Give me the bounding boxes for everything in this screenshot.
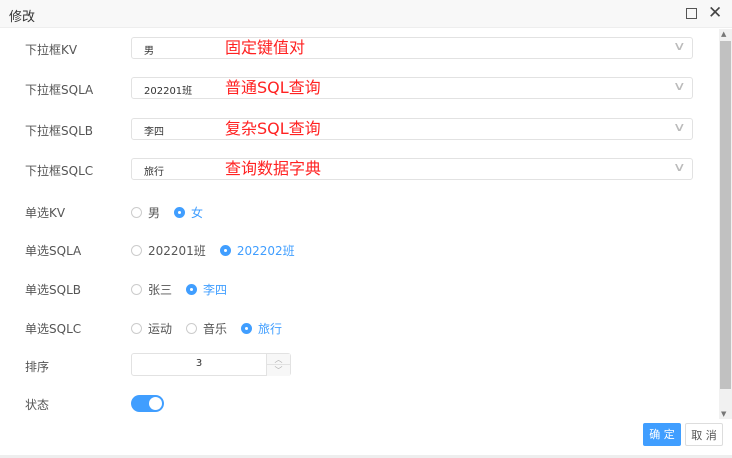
radio-circle-icon[interactable]: [186, 323, 198, 334]
radio-option[interactable]: 李四: [186, 281, 227, 298]
radio-circle-icon[interactable]: [241, 323, 253, 334]
scroll-up-icon[interactable]: ▲: [721, 30, 726, 38]
radio-label: 女: [191, 206, 204, 220]
dialog-header: 修改 ✕: [0, 0, 732, 28]
scrollbar-thumb[interactable]: [720, 41, 731, 389]
radio-label: 202202班: [236, 244, 295, 258]
radio-group: 运动 音乐 旅行: [131, 320, 282, 337]
radio-option[interactable]: 男: [131, 204, 160, 221]
chevron-down-icon: ∨: [673, 79, 687, 93]
select-row: 下拉框SQLB 李四 ∨ 复杂SQL查询: [0, 118, 715, 142]
status-toggle[interactable]: [131, 395, 164, 412]
sort-value[interactable]: 3: [132, 358, 266, 369]
radio-label: 李四: [203, 283, 228, 297]
select-row: 下拉框SQLA 202201班 ∨ 普通SQL查询: [0, 77, 715, 101]
radio-circle-icon[interactable]: [131, 207, 142, 218]
radio-option[interactable]: 音乐: [186, 320, 227, 337]
radio-option[interactable]: 旅行: [241, 320, 282, 337]
radio-circle-icon[interactable]: [131, 245, 142, 256]
radio-circle-icon[interactable]: [131, 323, 142, 334]
close-icon[interactable]: ✕: [708, 5, 722, 22]
radio-row: 单选KV 男女: [0, 200, 715, 224]
radio-option[interactable]: 202202班: [219, 242, 295, 259]
radio-circle-icon[interactable]: [219, 245, 231, 256]
sort-row: 排序 3 ︿ ﹀: [0, 353, 715, 378]
confirm-button[interactable]: 确 定: [643, 423, 681, 446]
radio-group: 202201班 202202班: [131, 242, 295, 259]
select-row: 下拉框KV 男 ∨ 固定键值对: [0, 37, 715, 61]
select-value: 男: [144, 46, 154, 57]
radio-option[interactable]: 张三: [131, 281, 172, 298]
field-label: 单选SQLC: [25, 322, 82, 336]
field-label: 单选SQLB: [25, 283, 81, 297]
radio-group: 张三 李四: [131, 281, 227, 298]
chevron-down-icon: ∨: [673, 160, 687, 174]
annotation-text: 复杂SQL查询: [225, 119, 321, 138]
scrollbar[interactable]: ▲ ▼: [719, 29, 732, 419]
radio-label: 旅行: [258, 322, 283, 336]
radio-label: 音乐: [203, 322, 228, 336]
increment-icon[interactable]: ︿: [266, 354, 290, 365]
field-label: 下拉框SQLA: [25, 83, 94, 97]
annotation-text: 固定键值对: [225, 38, 306, 57]
field-label: 排序: [25, 360, 50, 374]
dropdown-select[interactable]: 旅行 ∨: [131, 158, 693, 180]
field-label: 状态: [25, 398, 50, 412]
radio-option[interactable]: 202201班: [131, 242, 206, 259]
radio-label: 男: [148, 206, 161, 220]
sort-number-input[interactable]: 3 ︿ ﹀: [131, 353, 291, 376]
select-value: 李四: [144, 127, 164, 138]
dropdown-select[interactable]: 李四 ∨: [131, 118, 693, 140]
radio-label: 张三: [148, 283, 173, 297]
chevron-down-icon: ∨: [673, 120, 687, 134]
field-label: 下拉框KV: [25, 43, 78, 57]
field-label: 单选KV: [25, 206, 66, 220]
radio-option[interactable]: 女: [174, 204, 203, 221]
radio-option[interactable]: 运动: [131, 320, 172, 337]
radio-row: 单选SQLA 202201班 202202班: [0, 238, 715, 262]
annotation-text: 查询数据字典: [225, 159, 322, 178]
decrement-icon[interactable]: ﹀: [266, 365, 290, 376]
select-row: 下拉框SQLC 旅行 ∨ 查询数据字典: [0, 158, 715, 182]
field-label: 单选SQLA: [25, 244, 82, 258]
field-label: 下拉框SQLC: [25, 164, 94, 178]
radio-group: 男女: [131, 204, 203, 221]
select-value: 旅行: [144, 167, 164, 178]
chevron-down-icon: ∨: [673, 39, 687, 53]
radio-circle-icon[interactable]: [174, 207, 186, 218]
radio-circle-icon[interactable]: [186, 284, 198, 295]
radio-circle-icon[interactable]: [131, 284, 142, 295]
dialog-title: 修改: [9, 10, 36, 25]
field-label: 下拉框SQLB: [25, 124, 93, 138]
radio-label: 202201班: [148, 244, 206, 258]
status-row: 状态: [0, 395, 715, 420]
maximize-icon[interactable]: [686, 8, 697, 19]
scroll-down-icon[interactable]: ▼: [721, 410, 726, 418]
annotation-text: 普通SQL查询: [225, 78, 321, 97]
dropdown-select[interactable]: 202201班 ∨: [131, 77, 693, 99]
radio-row: 单选SQLB 张三 李四: [0, 277, 715, 301]
dropdown-select[interactable]: 男 ∨: [131, 37, 693, 59]
cancel-button[interactable]: 取 消: [685, 423, 723, 446]
radio-row: 单选SQLC 运动 音乐 旅行: [0, 316, 715, 340]
radio-label: 运动: [148, 322, 173, 336]
select-value: 202201班: [144, 86, 193, 97]
